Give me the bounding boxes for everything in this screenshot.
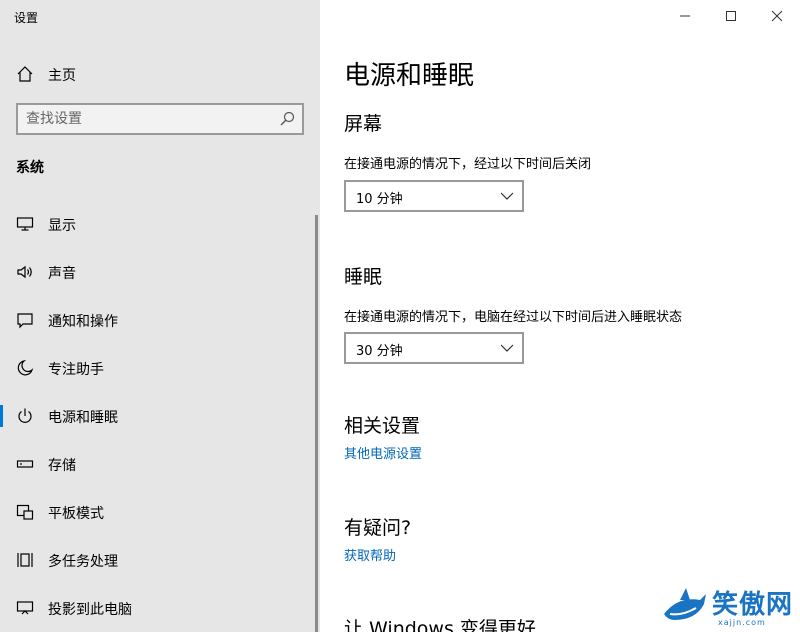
- additional-power-settings-link[interactable]: 其他电源设置: [344, 443, 422, 462]
- chevron-down-icon: [500, 192, 514, 200]
- sidebar-item-notifications[interactable]: 通知和操作: [0, 300, 318, 340]
- sidebar-item-power-sleep[interactable]: 电源和睡眠: [0, 396, 318, 436]
- watermark-text: 笑傲网: [712, 590, 794, 620]
- improve-windows-heading: 让 Windows 变得更好: [344, 618, 536, 632]
- app-title: 设置: [14, 11, 39, 25]
- watermark: 笑傲网 xajjn.com: [660, 582, 800, 632]
- home-icon: [17, 66, 33, 82]
- display-icon: [16, 217, 34, 231]
- project-icon: [16, 601, 34, 615]
- sidebar-item-label: 声音: [48, 266, 76, 282]
- screen-description: 在接通电源的情况下，经过以下时间后关闭: [344, 157, 592, 172]
- minimize-button[interactable]: [662, 0, 708, 32]
- sidebar-item-label: 投影到此电脑: [48, 602, 132, 618]
- sidebar-item-sound[interactable]: 声音: [0, 252, 318, 292]
- sidebar-item-focus-assist[interactable]: 专注助手: [0, 348, 318, 388]
- speaker-icon: [17, 265, 32, 279]
- screen-timeout-dropdown[interactable]: 10 分钟: [344, 180, 524, 212]
- sidebar-item-label: 平板模式: [48, 506, 104, 522]
- moon-icon: [17, 359, 34, 376]
- page-title: 电源和睡眠: [344, 61, 475, 91]
- questions-heading: 有疑问?: [344, 517, 412, 539]
- home-nav-item[interactable]: 主页: [0, 58, 320, 90]
- sidebar-item-label: 显示: [48, 218, 76, 234]
- sidebar-item-label: 专注助手: [48, 362, 104, 378]
- home-label: 主页: [48, 68, 76, 84]
- power-icon: [18, 408, 32, 423]
- chevron-down-icon: [500, 344, 514, 352]
- maximize-icon: [726, 11, 736, 21]
- notification-icon: [17, 313, 33, 329]
- sidebar: 设置 主页 系统 显示 声音 通知和操作 专注助手 电源和睡眠 存储 平板模式: [0, 0, 320, 632]
- related-settings-heading: 相关设置: [344, 415, 421, 437]
- close-icon: [771, 10, 783, 22]
- minimize-icon: [680, 15, 690, 17]
- tablet-icon: [16, 504, 34, 520]
- shark-logo-icon: [664, 588, 706, 620]
- sleep-description: 在接通电源的情况下，电脑在经过以下时间后进入睡眠状态: [344, 310, 683, 325]
- search-icon[interactable]: [278, 110, 296, 128]
- watermark-subtext: xajjn.com: [718, 618, 766, 627]
- search-box[interactable]: [16, 103, 304, 135]
- sleep-timeout-value: 30 分钟: [356, 344, 403, 359]
- storage-icon: [16, 460, 34, 468]
- sidebar-item-label: 电源和睡眠: [48, 410, 118, 426]
- sidebar-item-label: 多任务处理: [48, 554, 118, 570]
- sleep-heading: 睡眠: [344, 266, 383, 288]
- sidebar-item-tablet-mode[interactable]: 平板模式: [0, 492, 318, 532]
- sidebar-item-project-to-pc[interactable]: 投影到此电脑: [0, 588, 318, 628]
- get-help-link[interactable]: 获取帮助: [344, 545, 396, 564]
- sidebar-item-multitasking[interactable]: 多任务处理: [0, 540, 318, 580]
- sidebar-item-label: 存储: [48, 458, 76, 474]
- multitask-icon: [17, 553, 33, 567]
- maximize-button[interactable]: [708, 0, 754, 32]
- sidebar-item-storage[interactable]: 存储: [0, 444, 318, 484]
- sidebar-scrollbar[interactable]: [315, 215, 318, 632]
- main-content: 电源和睡眠 屏幕 在接通电源的情况下，经过以下时间后关闭 10 分钟 睡眠 在接…: [320, 0, 800, 632]
- screen-heading: 屏幕: [344, 113, 383, 135]
- section-title: 系统: [16, 160, 44, 176]
- sidebar-item-display[interactable]: 显示: [0, 204, 318, 244]
- search-input[interactable]: [26, 109, 266, 129]
- screen-timeout-value: 10 分钟: [356, 192, 403, 207]
- sleep-timeout-dropdown[interactable]: 30 分钟: [344, 332, 524, 364]
- sidebar-item-label: 通知和操作: [48, 314, 118, 330]
- close-button[interactable]: [754, 0, 800, 32]
